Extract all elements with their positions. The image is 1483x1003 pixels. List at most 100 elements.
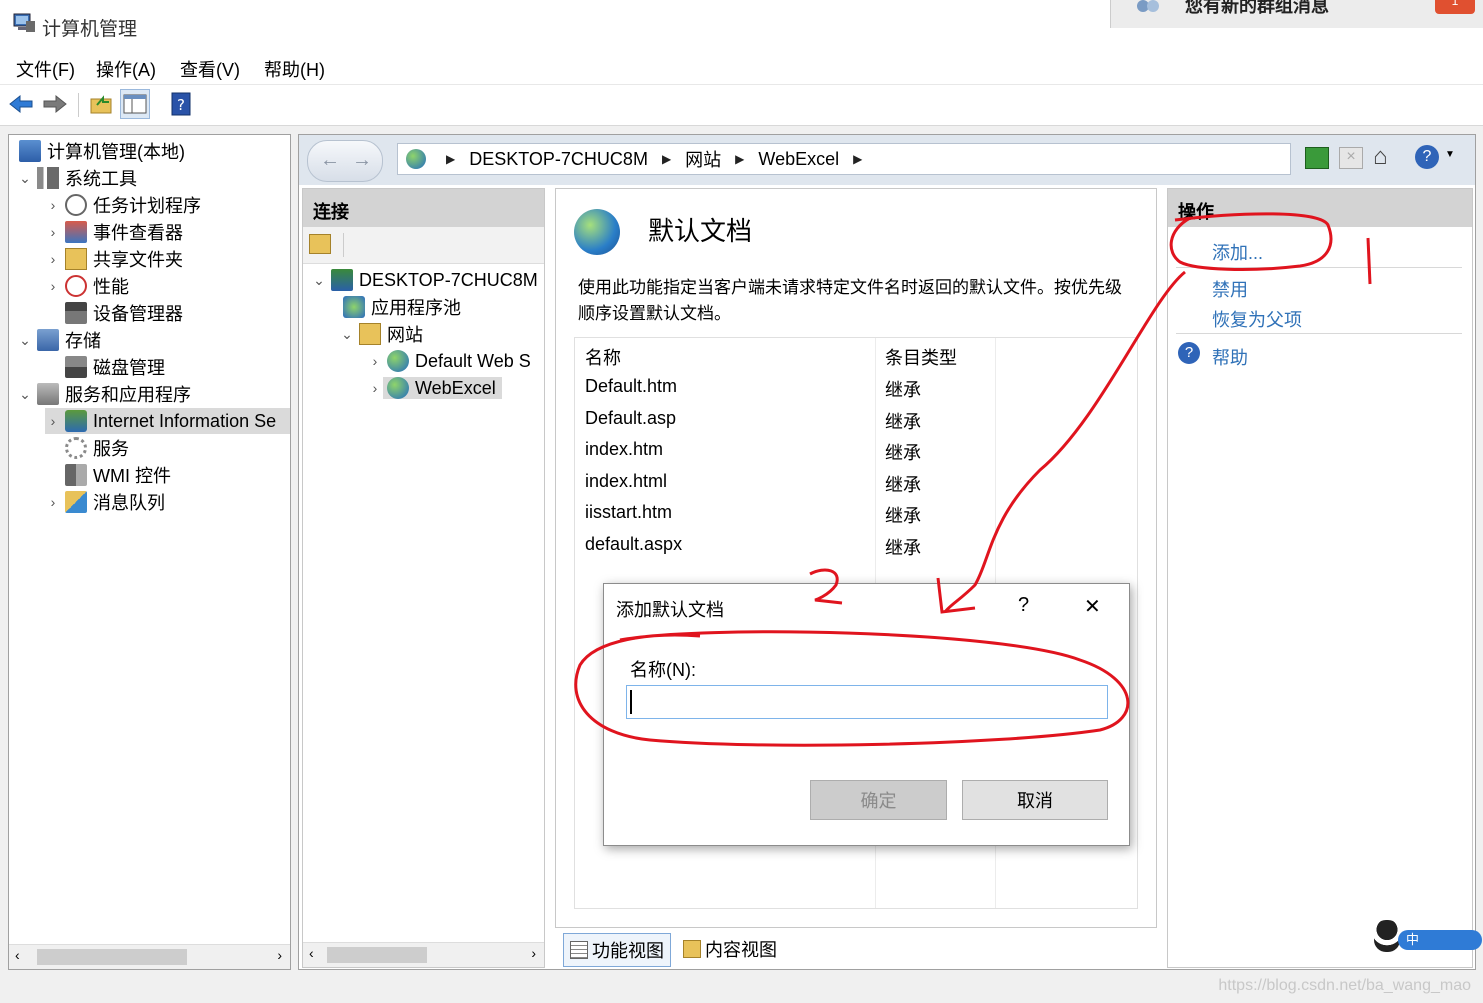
conn-node-webexcel[interactable]: › WebExcel	[367, 375, 502, 401]
column-header-name[interactable]: 名称	[585, 344, 621, 374]
qq-penguin-icon	[1374, 920, 1400, 952]
expand-chevron-icon[interactable]: ⌄	[311, 272, 327, 289]
tree-item-performance[interactable]: › 性能	[45, 273, 129, 299]
collapse-chevron-icon[interactable]: ›	[367, 353, 383, 369]
title-bar: 计算机管理 您有新的群组消息 1	[0, 0, 1483, 47]
forward-arrow-icon	[43, 94, 67, 114]
ime-lang[interactable]: 中	[1398, 930, 1482, 950]
watermark: https://blog.csdn.net/ba_wang_mao	[1218, 977, 1471, 994]
tree-item-message-queue[interactable]: › 消息队列	[45, 489, 165, 515]
conn-node-default-web-site[interactable]: › Default Web S	[367, 348, 531, 374]
add-action-link[interactable]: 添加...	[1212, 239, 1263, 265]
globe-icon	[387, 377, 409, 399]
name-input[interactable]	[626, 685, 1108, 719]
tab-features-view[interactable]: 功能视图	[563, 933, 671, 967]
breadcrumb-webexcel[interactable]: WebExcel	[758, 149, 839, 170]
list-item[interactable]: Default.htm	[585, 376, 677, 406]
tree-item-event-viewer[interactable]: › 事件查看器	[45, 219, 183, 245]
scroll-left-icon[interactable]: ‹	[15, 947, 20, 963]
revert-to-parent-link[interactable]: 恢复为父项	[1212, 306, 1302, 332]
scroll-thumb[interactable]	[327, 947, 427, 963]
folder-up-icon	[90, 95, 112, 114]
chevron-down-icon[interactable]: ▼	[1445, 149, 1455, 160]
collapse-chevron-icon[interactable]: ›	[45, 224, 61, 240]
tab-content-view[interactable]: 内容视图	[679, 933, 781, 965]
tree-item-task-scheduler[interactable]: › 任务计划程序	[45, 192, 201, 218]
breadcrumb-sites[interactable]: 网站	[685, 146, 721, 172]
tree-item-label: 磁盘管理	[93, 358, 165, 378]
tree-item-shared-folders[interactable]: › 共享文件夹	[45, 246, 183, 272]
features-view-icon	[570, 941, 588, 959]
dialog-help-button[interactable]: ?	[1018, 594, 1029, 617]
collapse-chevron-icon[interactable]: ›	[45, 413, 61, 429]
conn-node-label: Default Web S	[415, 350, 531, 371]
expand-chevron-icon[interactable]: ⌄	[17, 386, 33, 403]
ok-button[interactable]: 确定	[810, 780, 947, 820]
tree-root[interactable]: 计算机管理(本地)	[15, 138, 185, 164]
list-item[interactable]: iisstart.htm	[585, 502, 672, 532]
tree-item-storage[interactable]: ⌄ 存储	[17, 327, 101, 353]
help-action-link[interactable]: 帮助	[1212, 344, 1248, 370]
up-folder-button[interactable]	[86, 89, 116, 119]
tree-item-services[interactable]: 服务	[61, 435, 129, 461]
show-hide-tree-button[interactable]	[120, 89, 150, 119]
tree-item-disk-management[interactable]: 磁盘管理	[61, 354, 165, 380]
collapse-chevron-icon[interactable]: ›	[45, 197, 61, 213]
tree-item-services-apps[interactable]: ⌄ 服务和应用程序	[17, 381, 191, 407]
conn-node-app-pools[interactable]: 应用程序池	[339, 294, 461, 320]
help-dropdown-icon[interactable]: ?	[1415, 145, 1439, 169]
expand-chevron-icon[interactable]: ⌄	[17, 332, 33, 349]
notification-popup[interactable]: 您有新的群组消息 1	[1110, 0, 1483, 28]
horizontal-scrollbar[interactable]: ‹ ›	[9, 944, 290, 969]
list-item[interactable]: Default.asp	[585, 408, 676, 438]
refresh-icon[interactable]	[1305, 147, 1329, 169]
menu-file[interactable]: 文件(F)	[16, 56, 75, 82]
tree-item-wmi[interactable]: WMI 控件	[61, 462, 171, 488]
list-item[interactable]: index.html	[585, 471, 667, 501]
collapse-chevron-icon[interactable]: ›	[45, 494, 61, 510]
collapse-chevron-icon[interactable]: ›	[367, 380, 383, 396]
connections-title: 连接	[313, 202, 349, 222]
tools-icon	[37, 167, 59, 189]
forward-arrow-icon[interactable]: →	[352, 149, 372, 172]
dialog-close-button[interactable]: ✕	[1084, 594, 1101, 619]
column-header-type[interactable]: 条目类型	[885, 344, 957, 370]
expand-chevron-icon[interactable]: ⌄	[17, 170, 33, 187]
tree-item-iis[interactable]: › Internet Information Se	[45, 408, 290, 434]
scroll-left-icon[interactable]: ‹	[309, 945, 314, 961]
tree-item-label: 共享文件夹	[93, 250, 183, 270]
menu-action[interactable]: 操作(A)	[96, 56, 156, 82]
connect-icon[interactable]	[309, 234, 331, 254]
home-icon[interactable]: ⌂	[1373, 143, 1388, 171]
breadcrumb-server[interactable]: DESKTOP-7CHUC8M	[469, 149, 648, 170]
menu-view[interactable]: 查看(V)	[180, 56, 240, 82]
tree-item-device-manager[interactable]: 设备管理器	[61, 300, 183, 326]
name-label: 名称(N):	[630, 660, 696, 680]
connections-panel: 连接 ⌄ DESKTOP-7CHUC8M 应用程序池 ⌄ 网站 › Defaul…	[302, 188, 545, 968]
forward-button[interactable]	[40, 89, 70, 119]
stop-icon[interactable]: ×	[1339, 147, 1363, 169]
tree-item-system-tools[interactable]: ⌄ 系统工具	[17, 165, 137, 191]
list-item[interactable]: default.aspx	[585, 534, 682, 564]
collapse-chevron-icon[interactable]: ›	[45, 278, 61, 294]
list-item[interactable]: index.htm	[585, 439, 663, 469]
horizontal-scrollbar[interactable]: ‹ ›	[303, 942, 544, 967]
expand-chevron-icon[interactable]: ⌄	[339, 326, 355, 343]
cancel-button[interactable]: 取消	[962, 780, 1108, 820]
help-button[interactable]: ?	[166, 89, 196, 119]
back-button[interactable]	[6, 89, 36, 119]
back-arrow-icon[interactable]: ←	[320, 149, 340, 172]
disable-action-link[interactable]: 禁用	[1212, 276, 1248, 302]
tree-item-label: 设备管理器	[93, 304, 183, 324]
computer-management-icon	[19, 140, 41, 162]
ime-indicator[interactable]: 中	[1372, 916, 1483, 956]
scroll-right-icon[interactable]: ›	[277, 947, 282, 963]
conn-node-sites[interactable]: ⌄ 网站	[339, 321, 423, 347]
collapse-chevron-icon[interactable]: ›	[45, 251, 61, 267]
scroll-thumb[interactable]	[37, 949, 187, 965]
feature-description: 使用此功能指定当客户端未请求特定文件名时返回的默认文件。按优先级顺序设置默认文档…	[578, 278, 1122, 323]
scroll-right-icon[interactable]: ›	[531, 945, 536, 961]
conn-node-label: 应用程序池	[371, 298, 461, 318]
conn-node-server[interactable]: ⌄ DESKTOP-7CHUC8M	[311, 267, 538, 293]
menu-help[interactable]: 帮助(H)	[264, 56, 325, 82]
